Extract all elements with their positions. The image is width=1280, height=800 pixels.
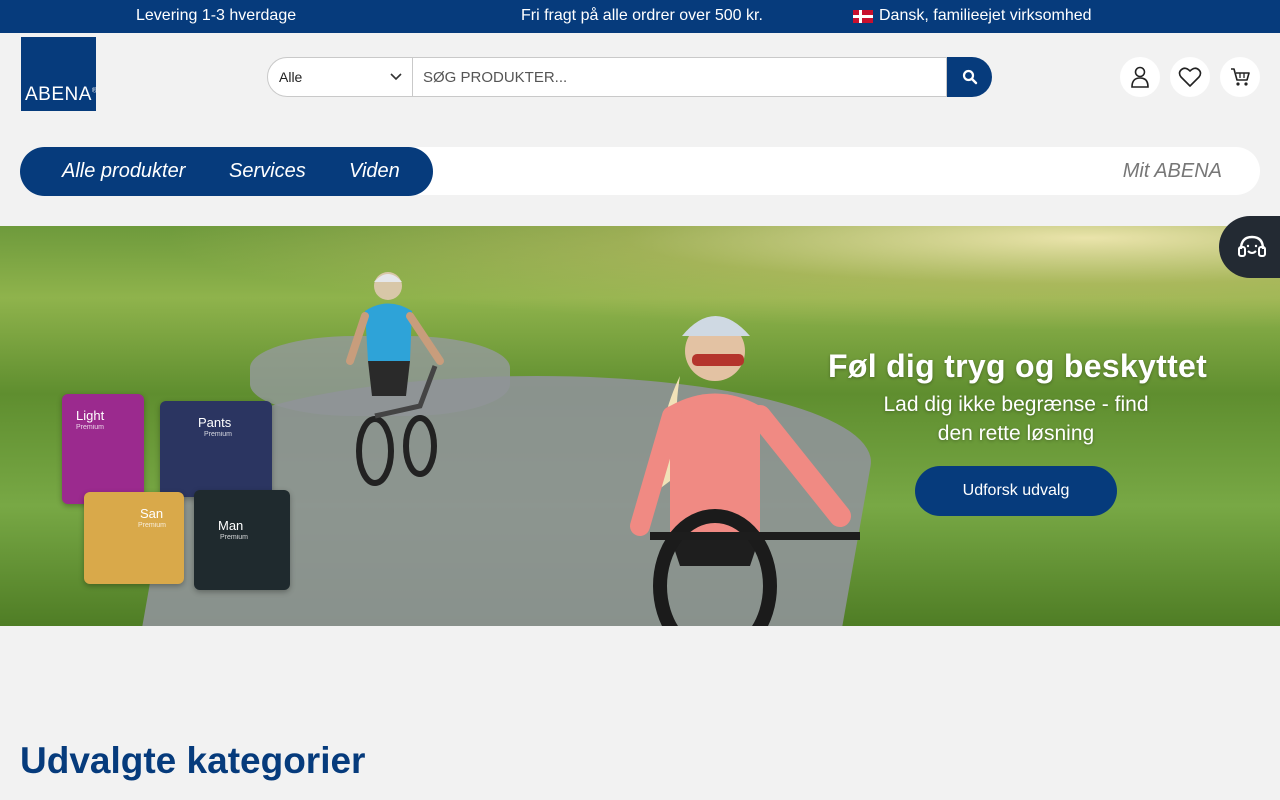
abena-logo[interactable]: ABENA®: [21, 37, 98, 111]
pack-name: San: [140, 506, 164, 521]
nav-item-all-products[interactable]: Alle produkter: [62, 160, 185, 183]
search-category-select[interactable]: Alle: [267, 57, 413, 97]
cart-icon: [1231, 68, 1250, 86]
pack-sub: Premium: [138, 522, 167, 529]
hero-subtitle: Lad dig ikke begrænse - find den rette l…: [883, 393, 1149, 445]
search-category-value: Alle: [279, 69, 303, 85]
nav-main-group: Alle produkter Services Viden: [20, 147, 433, 196]
explore-selection-button[interactable]: Udforsk udvalg: [915, 466, 1117, 516]
headset-icon: [1238, 235, 1266, 257]
product-pack-san: San Premium: [84, 492, 184, 584]
cyclist-background-image: [346, 272, 444, 486]
nav-item-services[interactable]: Services: [229, 160, 306, 183]
company-info: Dansk, familieejet virksomhed: [853, 7, 1092, 25]
main-navigation: Alle produkter Services Viden Mit ABENA: [20, 147, 1260, 196]
nav-item-my-abena[interactable]: Mit ABENA: [1123, 160, 1222, 183]
featured-categories-heading: Udvalgte kategorier: [20, 740, 366, 781]
product-pack-pants: Pants Premium: [160, 401, 272, 497]
delivery-info: Levering 1-3 hverdage: [136, 7, 297, 24]
pack-name: Pants: [198, 415, 232, 430]
company-info-text: Dansk, familieejet virksomhed: [879, 7, 1092, 24]
search-bar: Alle: [267, 57, 992, 97]
hero-title: Føl dig tryg og beskyttet: [828, 348, 1208, 384]
product-pack-man: Man Premium: [194, 490, 290, 590]
pack-name: Light: [76, 408, 105, 423]
hero-banner: Light Premium Pants Premium San Premium …: [0, 226, 1280, 626]
cart-button[interactable]: [1220, 57, 1260, 97]
account-button[interactable]: [1120, 57, 1160, 97]
chevron-down-icon: [390, 73, 402, 81]
logo-wordmark: ABENA: [25, 84, 92, 105]
customer-support-button[interactable]: [1219, 216, 1280, 278]
pack-sub: Premium: [76, 424, 105, 431]
pack-sub: Premium: [220, 534, 249, 541]
top-info-bar: Levering 1-3 hverdage Fri fragt på alle …: [0, 0, 1280, 33]
logo-registered-mark: ®: [91, 87, 98, 95]
search-button[interactable]: [947, 57, 992, 97]
shipping-info: Fri fragt på alle ordrer over 500 kr.: [521, 7, 763, 24]
pack-name: Man: [218, 518, 244, 533]
logo-text: ABENA®: [25, 84, 98, 106]
danish-flag-icon: [853, 9, 873, 23]
search-input[interactable]: [413, 57, 947, 97]
wishlist-button[interactable]: [1170, 57, 1210, 97]
heart-icon: [1178, 67, 1202, 87]
cyclist-foreground-image: [630, 316, 860, 626]
search-icon: [962, 69, 977, 85]
pack-sub: Premium: [204, 431, 233, 438]
nav-item-knowledge[interactable]: Viden: [349, 160, 400, 183]
product-pack-light: Light Premium: [62, 394, 144, 504]
user-icon: [1131, 66, 1149, 88]
